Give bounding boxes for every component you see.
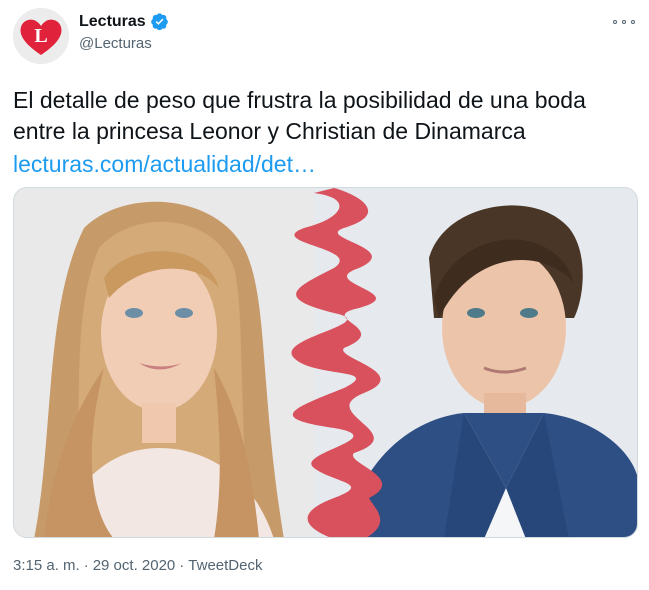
display-name[interactable]: Lecturas xyxy=(79,13,146,31)
tweet-media-image[interactable] xyxy=(13,187,638,538)
tweet-date[interactable]: 29 oct. 2020 xyxy=(93,557,176,574)
tweet-metadata: 3:15 a. m. · 29 oct. 2020 · TweetDeck xyxy=(13,557,262,574)
tweet-time[interactable]: 3:15 a. m. xyxy=(13,557,80,574)
avatar[interactable]: L xyxy=(13,8,69,64)
tweet-source[interactable]: TweetDeck xyxy=(188,557,262,574)
lecturas-logo-icon: L xyxy=(13,8,69,64)
svg-text:L: L xyxy=(34,25,47,47)
account-handle[interactable]: @Lecturas xyxy=(79,35,152,52)
more-horizontal-icon xyxy=(613,20,617,24)
more-options-button[interactable] xyxy=(613,14,635,30)
verified-badge-icon xyxy=(150,13,168,31)
meta-separator-2: · xyxy=(179,557,185,574)
photo-collage-image xyxy=(14,188,637,537)
tweet-link[interactable]: lecturas.com/actualidad/det… xyxy=(13,149,316,180)
tweet-text: El detalle de peso que frustra la posibi… xyxy=(13,87,586,144)
meta-separator: · xyxy=(83,557,89,574)
account-name-row: Lecturas xyxy=(79,12,169,31)
tweet-card: L Lecturas @Lecturas El detalle de peso … xyxy=(0,0,649,590)
